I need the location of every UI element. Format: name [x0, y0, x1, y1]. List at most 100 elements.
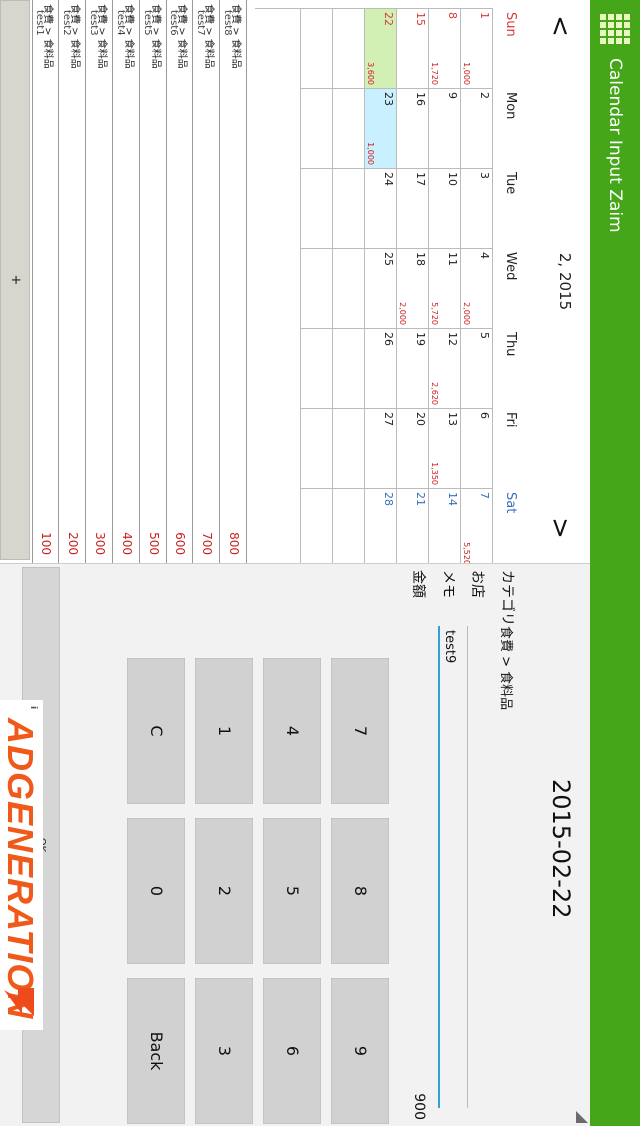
weekday-sat: Sat: [503, 492, 518, 514]
shop-row: お店: [466, 570, 490, 1108]
calendar-day-cell[interactable]: 24: [364, 169, 396, 249]
day-number: 11: [446, 252, 459, 266]
key-1-button[interactable]: 1: [195, 658, 253, 804]
corner-triangle-icon: [576, 1111, 588, 1123]
memo-row: メモ: [437, 570, 461, 1108]
calendar-day-cell[interactable]: 22 3,600: [364, 9, 396, 89]
calendar-day-cell[interactable]: 18 2,000: [396, 249, 428, 329]
calendar-day-cell[interactable]: 25: [364, 249, 396, 329]
entry-row[interactable]: 食費 > 食料品 test5 500: [138, 0, 166, 563]
calendar-day-cell[interactable]: 10: [428, 169, 460, 249]
calendar-day-cell[interactable]: 16: [396, 89, 428, 169]
entry-amount: 600: [173, 532, 188, 555]
day-number: 6: [478, 412, 491, 419]
day-number: 24: [382, 172, 395, 186]
key-4-button[interactable]: 4: [263, 658, 321, 804]
calendar-day-cell[interactable]: 2: [460, 89, 492, 169]
day-total: 5,720: [430, 302, 439, 325]
entry-row[interactable]: 食費 > 食料品 test6 600: [165, 0, 193, 563]
entry-amount: 200: [66, 532, 81, 555]
entry-memo: test1: [34, 10, 46, 36]
calendar-day-cell[interactable]: 5: [460, 329, 492, 409]
entry-row[interactable]: 食費 > 食料品 test8 800: [219, 0, 246, 563]
calendar-day-cell[interactable]: 3: [460, 169, 492, 249]
memo-input[interactable]: [438, 626, 460, 1108]
key-0-button[interactable]: 0: [127, 818, 185, 964]
calendar-day-cell: [332, 329, 364, 409]
key-clear-button[interactable]: C: [127, 658, 185, 804]
key-9-button[interactable]: 9: [331, 978, 389, 1124]
calendar-day-cell[interactable]: 17: [396, 169, 428, 249]
calendar-day-cell[interactable]: 27: [364, 409, 396, 489]
key-8-button[interactable]: 8: [331, 818, 389, 964]
calendar-day-cell: [332, 409, 364, 489]
input-panel: 2015-02-22 カテゴリ 食費 > 食料品 お店 メモ 金額 900 78…: [0, 563, 590, 1126]
category-selector[interactable]: 食費 > 食料品: [499, 626, 518, 710]
weekday-tue: Tue: [503, 172, 518, 195]
key-7-button[interactable]: 7: [331, 658, 389, 804]
lightning-icon: [4, 988, 34, 1016]
calendar-day-cell[interactable]: 8 1,720: [428, 9, 460, 89]
key-3-button[interactable]: 3: [195, 978, 253, 1124]
calendar-day-cell[interactable]: 28: [364, 489, 396, 569]
calendar-day-cell[interactable]: 26: [364, 329, 396, 409]
day-number: 3: [478, 172, 491, 179]
add-entry-button[interactable]: +: [0, 0, 30, 560]
entry-amount: 100: [39, 532, 54, 555]
calendar-day-cell: [300, 329, 332, 409]
next-month-button[interactable]: >: [542, 508, 578, 548]
calendar-day-cell[interactable]: 19: [396, 329, 428, 409]
day-number: 18: [414, 252, 427, 266]
day-total: 1,350: [430, 462, 439, 485]
calendar-day-cell[interactable]: 20: [396, 409, 428, 489]
key-back-button[interactable]: Back: [127, 978, 185, 1124]
day-number: 26: [382, 332, 395, 346]
app-title: Calendar Input Zaim: [605, 58, 625, 233]
calendar-day-cell[interactable]: 6: [460, 409, 492, 489]
calendar-day-cell[interactable]: 15: [396, 9, 428, 89]
entry-row[interactable]: 食費 > 食料品 test4 400: [112, 0, 139, 563]
ad-banner[interactable]: i ADGENERATION: [0, 700, 43, 1030]
calendar-day-cell[interactable]: 7 5,520: [460, 489, 492, 569]
entry-row[interactable]: 食費 > 食料品 test1 100: [32, 0, 59, 563]
entry-row[interactable]: 食費 > 食料品 test2 200: [58, 0, 86, 563]
entry-memo: test2: [61, 10, 73, 36]
calendar-day-cell[interactable]: 23 1,000: [364, 89, 396, 169]
calendar-day-cell: [300, 9, 332, 89]
calendar-day-cell[interactable]: 4 2,000: [460, 249, 492, 329]
calendar-header: < 2, 2015 >: [520, 0, 590, 563]
weekday-fri: Fri: [503, 412, 518, 428]
day-number: 9: [446, 92, 459, 99]
day-number: 16: [414, 92, 427, 106]
numeric-keypad: 7 8 9 4 5 6 1 2 3 C 0 Back: [119, 658, 389, 1126]
key-5-button[interactable]: 5: [263, 818, 321, 964]
amount-label: 金額: [410, 570, 426, 598]
day-number: 17: [414, 172, 427, 186]
ad-logo-text: ADGENERATION: [0, 718, 41, 1020]
entry-row[interactable]: 食費 > 食料品 test3 300: [85, 0, 113, 563]
calendar-day-cell[interactable]: 13 1,350: [428, 409, 460, 489]
calendar-day-cell[interactable]: 12 2,620: [428, 329, 460, 409]
calendar-day-cell[interactable]: 1 1,000: [460, 9, 492, 89]
entry-memo: test5: [141, 10, 153, 36]
calendar-day-cell[interactable]: 21: [396, 489, 428, 569]
calendar-day-cell[interactable]: 9: [428, 89, 460, 169]
day-number: 10: [446, 172, 459, 186]
day-number: 27: [382, 412, 395, 426]
entry-row[interactable]: 食費 > 食料品 test7 700: [192, 0, 220, 563]
month-label: 2, 2015: [556, 252, 574, 311]
shop-input[interactable]: [467, 626, 489, 1108]
calendar-day-cell[interactable]: 11 5,720: [428, 249, 460, 329]
day-number: 22: [382, 12, 395, 26]
calendar-day-cell: [300, 409, 332, 489]
entry-amount: 300: [93, 532, 108, 555]
key-6-button[interactable]: 6: [263, 978, 321, 1124]
calendar-day-cell[interactable]: 14: [428, 489, 460, 569]
day-total: 2,000: [398, 302, 407, 325]
day-number: 25: [382, 252, 395, 266]
ad-info-icon[interactable]: i: [28, 706, 38, 709]
day-total: 1,720: [430, 62, 439, 85]
entry-amount: 500: [146, 532, 161, 555]
calendar-day-cell: [332, 89, 364, 169]
key-2-button[interactable]: 2: [195, 818, 253, 964]
